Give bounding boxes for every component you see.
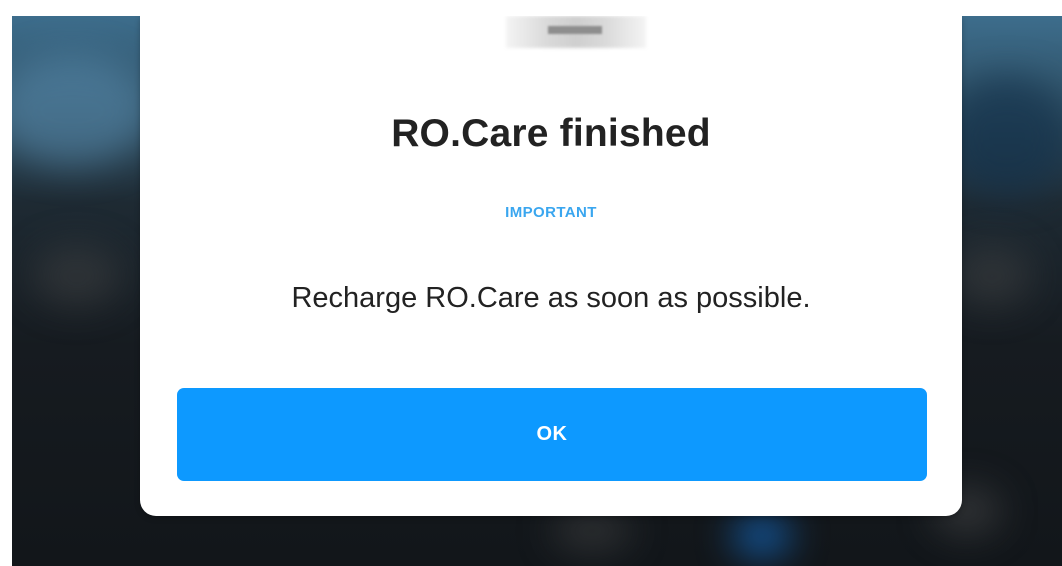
dialog-message: Recharge RO.Care as soon as possible. <box>291 282 811 314</box>
dialog-title: RO.Care finished <box>391 112 711 155</box>
ok-button[interactable]: OK <box>177 388 927 481</box>
background-blur-shape <box>32 246 122 306</box>
importance-label: IMPORTANT <box>505 204 597 221</box>
blurred-background: RO.Care finished IMPORTANT Recharge RO.C… <box>12 16 1062 566</box>
background-blur-shape <box>12 56 152 166</box>
background-blur-shape <box>952 246 1032 306</box>
background-blur-shape <box>732 516 792 556</box>
background-blur-shape <box>552 511 632 551</box>
device-slot <box>548 26 602 34</box>
device-image <box>506 16 646 56</box>
alert-dialog: RO.Care finished IMPORTANT Recharge RO.C… <box>140 16 962 516</box>
